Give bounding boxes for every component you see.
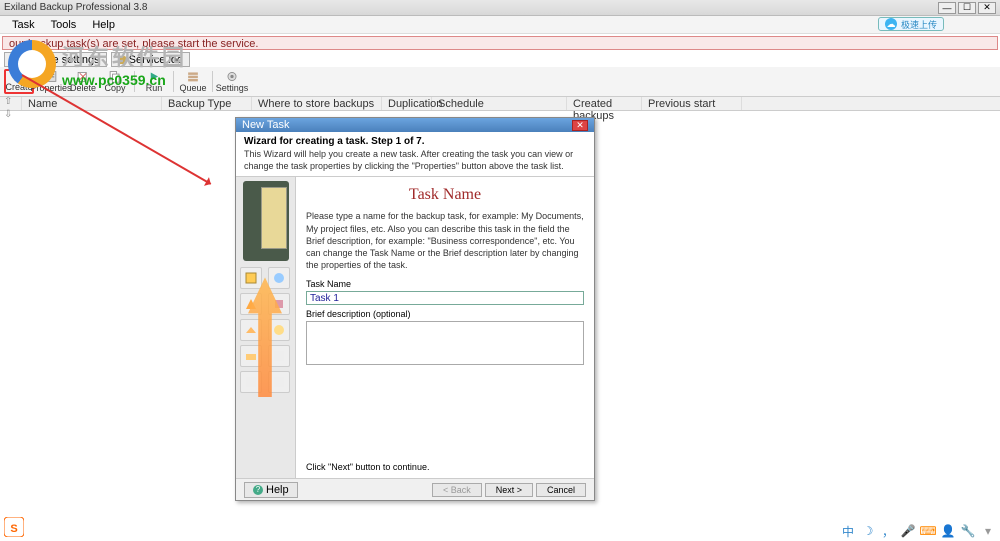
menu-help[interactable]: Help [84, 19, 123, 31]
tray-wrench-icon[interactable]: 🔧 [960, 523, 976, 539]
dialog-footer-buttons: < Back Next > Cancel [432, 483, 586, 497]
dialog-footer: ? Help < Back Next > Cancel [236, 478, 594, 500]
menubar: Task Tools Help [0, 16, 1000, 34]
minimize-button[interactable]: — [938, 2, 956, 14]
next-button[interactable]: Next > [485, 483, 533, 497]
toolbar-create-label: Create [6, 82, 33, 92]
move-up-icon[interactable]: ⇧ [4, 96, 14, 106]
service-settings-button[interactable]: Service settings [4, 52, 107, 67]
service-bar: Service settings Service log [0, 52, 1000, 67]
col-name[interactable]: Name [22, 97, 162, 110]
sogou-logo-icon: S [4, 517, 24, 537]
toolbar-delete-button[interactable]: Delete [68, 69, 98, 94]
help-icon: ? [253, 485, 263, 495]
col-where[interactable]: Where to store backups [252, 97, 382, 110]
tray-mic-icon[interactable]: 🎤 [900, 523, 916, 539]
toolbar-queue-button[interactable]: Queue [178, 69, 208, 94]
step-1-icon [240, 267, 262, 289]
back-button[interactable]: < Back [432, 483, 482, 497]
taskname-input[interactable] [306, 291, 584, 305]
warning-bar: our backup task(s) are set, please start… [2, 36, 998, 50]
dialog-main-title: Task Name [306, 186, 584, 204]
col-created[interactable]: Created backups [567, 97, 642, 110]
new-task-dialog: New Task ✕ Wizard for creating a task. S… [235, 117, 595, 501]
col-schedule[interactable]: Schedule [432, 97, 567, 110]
toolbar-delete-label: Delete [70, 83, 96, 93]
reorder-handles: ⇧ ⇩ [4, 96, 14, 119]
maximize-button[interactable]: ☐ [958, 2, 976, 14]
toolbar-copy-button[interactable]: Copy [100, 69, 130, 94]
continue-text: Click "Next" button to continue. [306, 462, 584, 472]
settings-icon [224, 70, 240, 83]
tray-chevron-down-icon[interactable]: ▾ [980, 523, 996, 539]
toolbar-settings-label: Settings [216, 83, 249, 93]
delete-icon [75, 70, 91, 83]
service-settings-icon [11, 56, 19, 64]
help-label: Help [266, 484, 289, 496]
brief-description-input[interactable] [306, 321, 584, 365]
service-log-icon [118, 56, 126, 64]
dialog-body: Task Name Please type a name for the bac… [236, 177, 594, 478]
cloud-icon: ☁ [885, 18, 897, 30]
col-type[interactable]: Backup Type [162, 97, 252, 110]
queue-icon [185, 70, 201, 83]
dialog-header-desc: This Wizard will help you create a new t… [244, 149, 586, 172]
toolbar-run-label: Run [146, 83, 163, 93]
cloud-upload-badge[interactable]: ☁ 极速上传 [878, 17, 944, 31]
dialog-title: New Task [242, 119, 289, 131]
toolbar-separator [212, 71, 213, 92]
properties-icon [43, 70, 59, 83]
tray-keyboard-icon[interactable]: ⌨ [920, 523, 936, 539]
col-previous[interactable]: Previous start [642, 97, 742, 110]
tray-comma-icon[interactable]: ， [880, 523, 896, 539]
tray-moon-icon[interactable]: ☽ [860, 523, 876, 539]
system-tray: 中 ☽ ， 🎤 ⌨ 👤 🔧 ▾ [840, 523, 996, 539]
toolbar-separator [173, 71, 174, 92]
step-2-icon [268, 267, 290, 289]
cancel-button[interactable]: Cancel [536, 483, 586, 497]
col-duplication[interactable]: Duplication [382, 97, 432, 110]
toolbar-run-button[interactable]: Run [139, 69, 169, 94]
wizard-steps-grid [240, 267, 291, 393]
run-icon [146, 70, 162, 83]
copy-icon [107, 70, 123, 83]
dialog-header-title: Wizard for creating a task. Step 1 of 7. [244, 136, 586, 147]
window-titlebar: Exiland Backup Professional 3.8 — ☐ ✕ [0, 0, 1000, 16]
cloud-text: 极速上传 [901, 18, 937, 31]
service-log-label: Service log [129, 54, 183, 66]
menu-tools[interactable]: Tools [43, 19, 85, 31]
brief-label: Brief description (optional) [306, 309, 584, 319]
help-button[interactable]: ? Help [244, 482, 298, 498]
dialog-header: Wizard for creating a task. Step 1 of 7.… [236, 132, 594, 177]
main-toolbar: Create Properties Delete Copy Run Queue … [0, 67, 1000, 97]
dialog-instructions: Please type a name for the backup task, … [306, 210, 584, 271]
safe-image-icon [243, 181, 289, 261]
window-title: Exiland Backup Professional 3.8 [4, 2, 147, 13]
service-settings-label: Service settings [22, 54, 100, 66]
svg-text:S: S [10, 523, 17, 535]
tray-user-icon[interactable]: 👤 [940, 523, 956, 539]
dialog-sidebar [236, 177, 296, 478]
dialog-titlebar[interactable]: New Task ✕ [236, 118, 594, 132]
move-down-icon[interactable]: ⇩ [4, 109, 14, 119]
taskname-label: Task Name [306, 279, 584, 289]
toolbar-queue-label: Queue [179, 83, 206, 93]
service-log-button[interactable]: Service log [111, 52, 190, 67]
dialog-main: Task Name Please type a name for the bac… [296, 177, 594, 478]
task-list-header: Name Backup Type Where to store backups … [0, 97, 1000, 111]
warning-text: our backup task(s) are set, please start… [9, 38, 258, 50]
menu-task[interactable]: Task [4, 19, 43, 31]
toolbar-copy-label: Copy [104, 83, 125, 93]
toolbar-settings-button[interactable]: Settings [217, 69, 247, 94]
close-window-button[interactable]: ✕ [978, 2, 996, 14]
dialog-close-button[interactable]: ✕ [572, 120, 588, 131]
tray-cn-icon[interactable]: 中 [840, 523, 856, 539]
window-controls: — ☐ ✕ [938, 2, 996, 14]
toolbar-separator [134, 71, 135, 92]
